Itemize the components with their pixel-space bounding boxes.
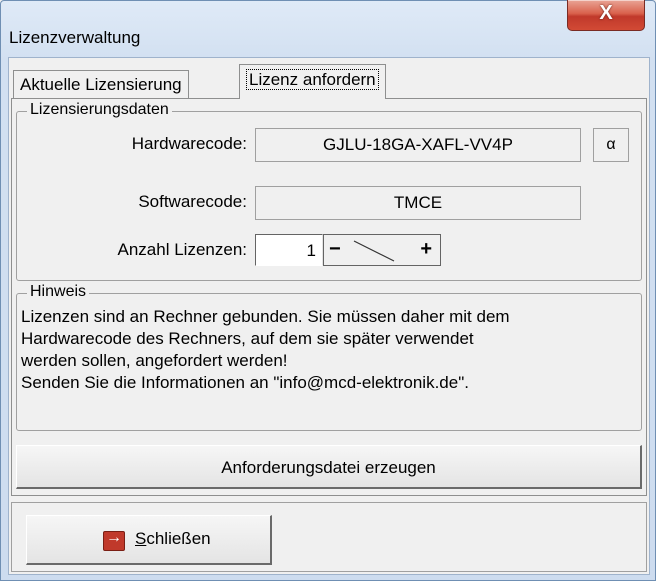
exit-door-icon: → <box>103 529 125 551</box>
note-line: Senden Sie die Informationen an "info@mc… <box>21 373 469 392</box>
note-group: Hinweis Lizenzen sind an Rechner gebunde… <box>16 283 642 431</box>
increment-button[interactable]: + <box>420 235 432 263</box>
stepper-slash-icon <box>353 240 395 262</box>
alphabet-button[interactable]: α <box>593 128 629 162</box>
note-line: Hardwarecode des Rechners, auf dem sie s… <box>21 329 474 348</box>
license-manager-window: Lizenzverwaltung X Aktuelle Lizensierung… <box>0 0 656 581</box>
tab-panel-request-license: Lizensierungsdaten Hardwarecode: GJLU-18… <box>11 98 647 496</box>
close-label-rest: chließen <box>146 529 211 548</box>
note-text: Lizenzen sind an Rechner gebunden. Sie m… <box>21 306 510 394</box>
note-line: Lizenzen sind an Rechner gebunden. Sie m… <box>21 307 510 326</box>
licensing-data-group: Lizensierungsdaten Hardwarecode: GJLU-18… <box>16 101 642 281</box>
decrement-button[interactable]: − <box>329 235 341 263</box>
window-close-button[interactable]: X <box>567 0 645 31</box>
tab-request-license[interactable]: Lizenz anfordern <box>239 64 386 99</box>
tab-label: Aktuelle Lizensierung <box>20 75 182 94</box>
close-x-icon: X <box>599 2 613 24</box>
note-legend: Hinweis <box>27 283 90 301</box>
window-title: Lizenzverwaltung <box>9 28 141 47</box>
close-button[interactable]: → Schließen <box>26 515 272 565</box>
softwarecode-field: TMCE <box>255 186 581 220</box>
hardwarecode-label: Hardwarecode: <box>131 134 247 153</box>
title-bar[interactable]: Lizenzverwaltung <box>1 1 655 57</box>
bottom-button-panel: → Schließen <box>11 502 647 572</box>
tab-current-licensing[interactable]: Aktuelle Lizensierung <box>13 70 189 99</box>
close-button-label: Schließen <box>135 529 211 549</box>
note-line: werden sollen, angefordert werden! <box>21 351 288 370</box>
hardwarecode-field: GJLU-18GA-XAFL-VV4P <box>255 128 581 162</box>
close-mnemonic: S <box>135 529 147 548</box>
license-count-stepper[interactable]: − + <box>323 234 441 266</box>
tab-label: Lizenz anfordern <box>246 69 379 90</box>
license-count-label: Anzahl Lizenzen: <box>117 240 247 259</box>
license-count-input[interactable]: 1 <box>255 234 323 266</box>
licensing-data-legend: Lizensierungsdaten <box>27 101 172 119</box>
client-area: Aktuelle Lizensierung Lizenz anfordern L… <box>8 57 650 575</box>
generate-request-file-button[interactable]: Anforderungsdatei erzeugen <box>16 445 642 489</box>
softwarecode-label: Softwarecode: <box>138 192 247 211</box>
